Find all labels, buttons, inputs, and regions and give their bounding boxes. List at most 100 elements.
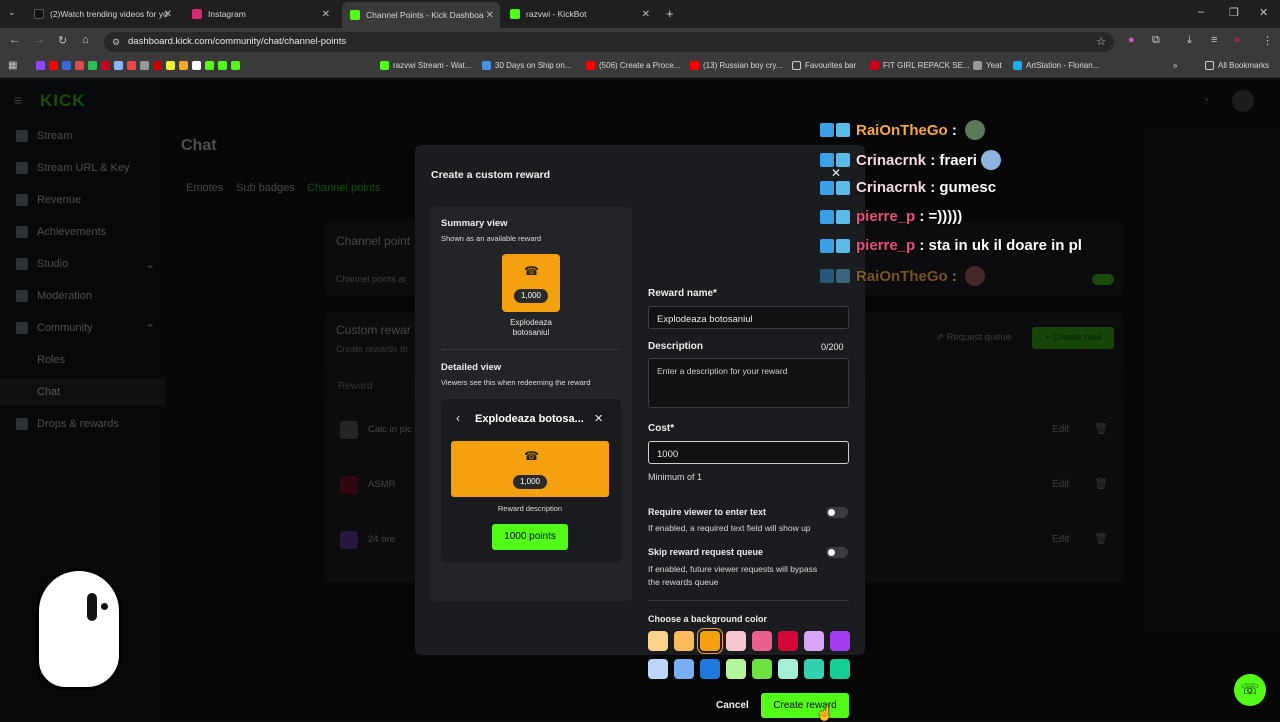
back-chevron-icon[interactable]: ‹: [456, 411, 460, 425]
kick-favicon-icon: [510, 9, 520, 19]
bookmark-fitgirl[interactable]: FIT GIRL REPACK SE...: [870, 61, 970, 70]
color-swatch[interactable]: [804, 631, 824, 651]
home-icon[interactable]: ⌂: [82, 34, 89, 46]
color-swatch[interactable]: [830, 659, 850, 679]
reward-cost-badge: 1,000: [514, 289, 548, 303]
apps-grid-icon[interactable]: ▦: [8, 60, 17, 71]
chat-username[interactable]: RaiOnTheGo: [856, 122, 948, 139]
all-bookmarks-folder[interactable]: All Bookmarks: [1205, 61, 1269, 70]
bookmark-russian-boy[interactable]: (13) Russian boy cry...: [690, 61, 782, 70]
color-swatch[interactable]: [648, 631, 668, 651]
color-swatch[interactable]: [726, 631, 746, 651]
detailed-reward-banner: ☎ 1,000: [451, 441, 609, 497]
close-icon[interactable]: ✕: [594, 412, 603, 425]
color-swatch[interactable]: [726, 659, 746, 679]
create-reward-button[interactable]: Create reward: [761, 693, 849, 718]
chat-username[interactable]: Crinacrnk: [856, 152, 926, 169]
reload-icon[interactable]: ↻: [58, 34, 67, 47]
chat-separator: :: [947, 121, 962, 139]
chat-emote-icon: [965, 120, 986, 140]
redeem-points-button[interactable]: 1000 points: [492, 524, 568, 550]
extension-icon[interactable]: ●: [1128, 34, 1135, 46]
download-icon[interactable]: ⤓: [1187, 34, 1192, 47]
bookmark-razvwi-stream[interactable]: razvwi Stream - Wat...: [380, 61, 471, 70]
cost-input[interactable]: 1000: [648, 441, 849, 464]
url-text: dashboard.kick.com/community/chat/channe…: [128, 36, 347, 47]
tiktok-favicon-icon: [34, 9, 44, 19]
media-control-icon[interactable]: ≡: [1211, 34, 1217, 46]
color-swatch[interactable]: [804, 659, 824, 679]
tab-search-icon[interactable]: ⌄: [8, 7, 16, 18]
description-textarea[interactable]: Enter a description for your reward: [648, 358, 849, 408]
color-swatch[interactable]: [648, 659, 668, 679]
chat-message-text: =))))): [928, 208, 963, 225]
chat-message: RaiOnTheGo :: [820, 120, 986, 140]
description-label: Description: [648, 341, 704, 352]
reward-name-input[interactable]: Explodeaza botosaniul: [648, 306, 849, 329]
bookmark-artstation[interactable]: ArtStation - Florian...: [1013, 61, 1099, 70]
support-chat-button[interactable]: ☏: [1234, 674, 1266, 706]
forward-icon[interactable]: →: [34, 34, 45, 46]
gifter-badge-icon: [836, 123, 850, 137]
browser-tab-instagram[interactable]: Instagram ✕: [184, 3, 336, 25]
skip-queue-toggle[interactable]: [826, 547, 848, 558]
color-swatch[interactable]: [752, 659, 772, 679]
gifter-badge-icon: [836, 269, 850, 283]
extensions-puzzle-icon[interactable]: ⧉: [1152, 34, 1160, 47]
chat-username[interactable]: RaiOnTheGo: [856, 268, 948, 285]
site-info-icon[interactable]: ⚙: [112, 32, 120, 52]
bookmark-30-days[interactable]: 30 Days on Ship on...: [482, 61, 572, 70]
bookmark-create-procedure[interactable]: (506) Create a Proce...: [586, 61, 680, 70]
close-window-icon[interactable]: ✕: [1259, 6, 1268, 19]
color-swatch[interactable]: [778, 631, 798, 651]
reward-name-label: Reward name*: [648, 288, 717, 299]
bookmark-yeat[interactable]: Yeat: [973, 61, 1002, 70]
color-swatch[interactable]: [698, 629, 722, 653]
browser-tab-kickbot[interactable]: razvwi - KickBot ✕: [502, 3, 656, 25]
minimize-icon[interactable]: –: [1198, 6, 1204, 18]
chat-username[interactable]: pierre_p: [856, 208, 915, 225]
subscriber-badge-icon: [820, 209, 834, 224]
profile-avatar-icon[interactable]: ●: [1234, 34, 1241, 46]
chat-username[interactable]: Crinacrnk: [856, 179, 926, 196]
browser-tab-channel-points[interactable]: Channel Points - Kick Dashboa ✕: [342, 2, 500, 28]
divider: [441, 349, 621, 350]
restore-icon[interactable]: ❐: [1229, 6, 1239, 19]
chat-message: pierre_p : =))))): [820, 208, 962, 225]
color-swatch[interactable]: [752, 631, 772, 651]
cancel-button[interactable]: Cancel: [716, 700, 749, 711]
chat-message-text: fraeri: [939, 151, 977, 169]
color-swatch[interactable]: [778, 659, 798, 679]
color-swatch[interactable]: [674, 659, 694, 679]
kick-favicon-icon: [350, 10, 360, 20]
reward-description-text: Reward description: [497, 504, 563, 513]
cost-label: Cost*: [648, 423, 675, 434]
close-tab-icon[interactable]: ✕: [486, 10, 494, 21]
chat-separator: :: [915, 208, 929, 225]
require-text-toggle[interactable]: [826, 507, 848, 518]
preview-panel: Summary view Shown as an available rewar…: [430, 207, 632, 601]
back-icon[interactable]: ←: [9, 34, 20, 46]
browser-tab-strip: ⌄ (2)Watch trending videos for yo ✕ Inst…: [0, 0, 1280, 28]
color-swatch[interactable]: [830, 631, 850, 651]
detailed-view-sub: Viewers see this when redeeming the rewa…: [441, 378, 591, 387]
gifter-badge-icon: [836, 209, 850, 224]
chat-username[interactable]: pierre_p: [856, 237, 915, 254]
close-tab-icon[interactable]: ✕: [164, 9, 172, 20]
close-tab-icon[interactable]: ✕: [642, 9, 650, 20]
subscriber-badge-icon: [820, 153, 834, 167]
cost-hint: Minimum of 1: [648, 472, 703, 482]
close-tab-icon[interactable]: ✕: [322, 9, 330, 20]
browser-tab-tiktok[interactable]: (2)Watch trending videos for yo ✕: [26, 3, 178, 25]
browser-menu-icon[interactable]: ⋮: [1262, 34, 1273, 47]
bookmark-star-icon[interactable]: ☆: [1096, 32, 1106, 52]
new-tab-icon[interactable]: +: [666, 6, 674, 21]
color-swatch[interactable]: [700, 659, 720, 679]
gifter-badge-icon: [836, 180, 850, 195]
folder-icon: [792, 61, 801, 70]
bookmark-favourites-folder[interactable]: Favourites bar: [792, 61, 856, 70]
url-field[interactable]: ⚙ dashboard.kick.com/community/chat/chan…: [104, 32, 1114, 52]
ghost-mascot-image: [36, 568, 122, 690]
color-swatch[interactable]: [674, 631, 694, 651]
bookmarks-overflow-icon[interactable]: »: [1173, 61, 1177, 70]
